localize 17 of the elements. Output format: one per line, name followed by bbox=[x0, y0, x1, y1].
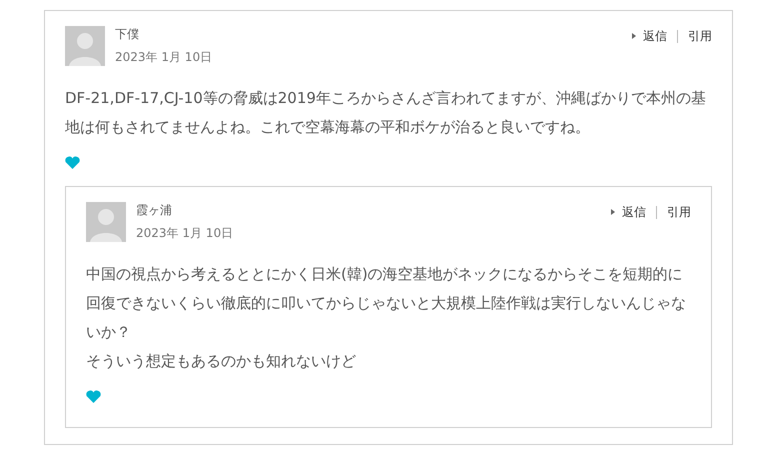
comment-text: そういう想定もあるのかも知れないけど bbox=[86, 351, 357, 372]
author-name: 下僕 bbox=[115, 26, 140, 42]
avatar-icon bbox=[65, 26, 105, 66]
avatar-icon bbox=[86, 202, 126, 242]
comment-action-link[interactable]: 引用 bbox=[667, 203, 691, 221]
comment-action-link[interactable]: 引用 bbox=[688, 27, 712, 45]
heart-icon[interactable] bbox=[86, 390, 101, 403]
comment-action-link[interactable]: 返信 bbox=[643, 27, 667, 45]
triangle-icon bbox=[611, 209, 615, 215]
heart-icon[interactable] bbox=[65, 156, 80, 169]
comment-action-link[interactable]: 返信 bbox=[622, 203, 646, 221]
author-name: 霞ヶ浦 bbox=[136, 202, 173, 218]
comment-date: 2023年 1月 10日 bbox=[115, 49, 214, 65]
comment-text: 中国の視点から考えるととにかく日米(韓)の海空基地がネックになるからそこを短期的に回復できないくらい徹底的に叩いてからじゃないと大規模上陸作戦は実行しないんじゃないか？ bbox=[86, 264, 687, 343]
comment-text: DF-21,DF-17,CJ-10等の脅威は2019年ころからさんざ言われてますが、沖縄ばかりで本州の基地は何もされてませんよね。これで空幕海幕の平和ボケが治ると良いですね。 bbox=[65, 88, 707, 138]
triangle-icon bbox=[632, 33, 636, 39]
comment-date: 2023年 1月 10日 bbox=[136, 225, 234, 241]
